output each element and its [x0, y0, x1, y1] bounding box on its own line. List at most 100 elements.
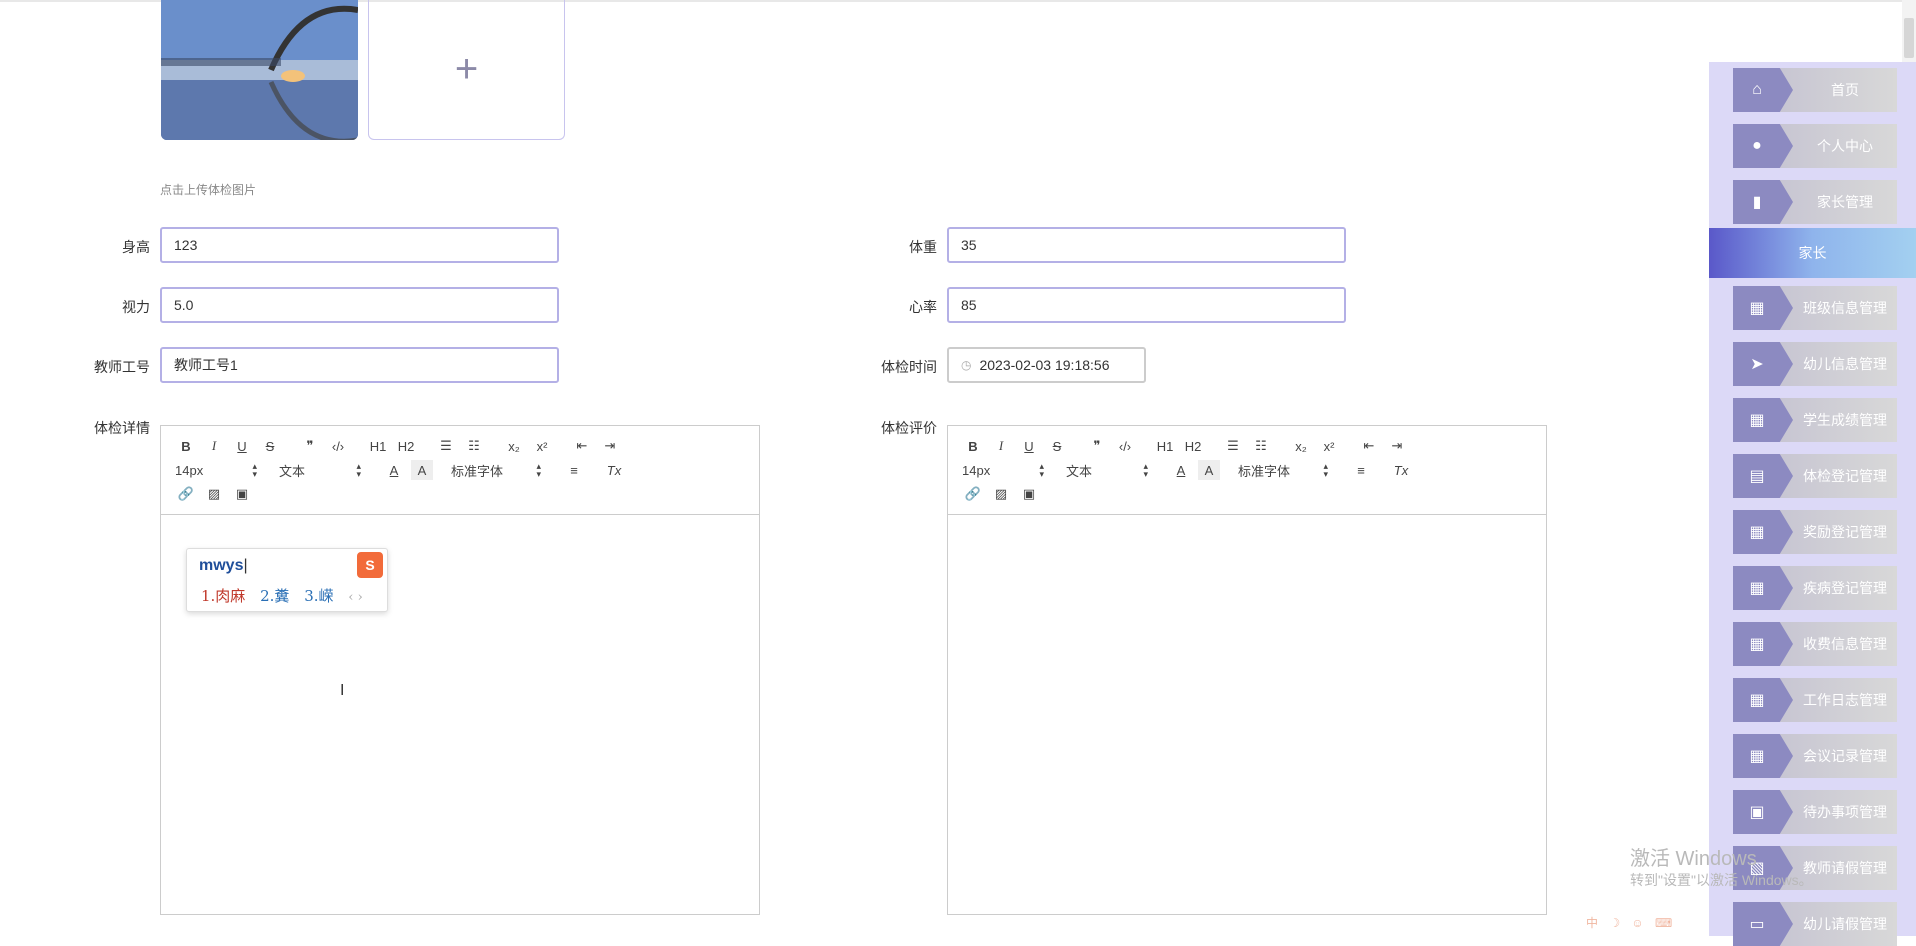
- bullet-list-icon[interactable]: ☷: [463, 436, 485, 456]
- scrollbar-thumb[interactable]: [1904, 18, 1914, 58]
- strike-button[interactable]: S: [1046, 436, 1068, 456]
- font-size-select[interactable]: 14px ▴ ▾: [962, 462, 1044, 479]
- vision-input[interactable]: 5.0: [160, 287, 559, 323]
- h1-button[interactable]: H1: [1154, 436, 1176, 456]
- sidebar-item-fees[interactable]: ▦ 收费信息管理: [1733, 622, 1897, 666]
- indent-icon[interactable]: ⇥: [1386, 436, 1408, 456]
- home-icon: ⌂: [1752, 81, 1762, 98]
- paragraph-select[interactable]: 文本 ▴ ▾: [279, 461, 361, 480]
- code-block-button[interactable]: ‹/›: [1114, 436, 1136, 456]
- subscript-button[interactable]: x₂: [503, 436, 525, 456]
- ime-candidate[interactable]: 2.糞: [260, 587, 289, 605]
- indent-icon[interactable]: ⇥: [599, 436, 621, 456]
- ime-composition: mwys|: [199, 557, 248, 574]
- blockquote-button[interactable]: ❞: [299, 436, 321, 456]
- weight-input[interactable]: 35: [947, 227, 1346, 263]
- ime-tray-icons: 中 ☽ ☺ ⌨: [1586, 916, 1677, 930]
- upload-image-button[interactable]: +: [368, 0, 565, 140]
- bullet-list-icon[interactable]: ☷: [1250, 436, 1272, 456]
- sidebar-item-label: 疾病登记管理: [1803, 580, 1887, 596]
- italic-button[interactable]: I: [990, 436, 1012, 456]
- bold-button[interactable]: B: [175, 436, 197, 456]
- clear-format-button[interactable]: Tx: [603, 460, 625, 480]
- sidebar-item-work-log[interactable]: ▦ 工作日志管理: [1733, 678, 1897, 722]
- evaluation-label: 体检评价: [881, 420, 937, 436]
- sidebar-item-child-info[interactable]: ➤ 幼儿信息管理: [1733, 342, 1897, 386]
- paragraph-select[interactable]: 文本 ▴ ▾: [1066, 461, 1148, 480]
- video-icon[interactable]: ▣: [231, 484, 253, 504]
- outdent-icon[interactable]: ⇤: [571, 436, 593, 456]
- upload-hint: 点击上传体检图片: [160, 183, 257, 197]
- text-cursor-icon: I: [340, 682, 345, 699]
- sidebar-item-label: 待办事项管理: [1803, 804, 1887, 820]
- sidebar-item-child-leave[interactable]: ▭ 幼儿请假管理: [1733, 902, 1897, 946]
- video-icon[interactable]: ▣: [1018, 484, 1040, 504]
- sidebar-item-parent-mgmt[interactable]: ▮ 家长管理: [1733, 180, 1897, 224]
- superscript-button[interactable]: x²: [1318, 436, 1340, 456]
- bar-chart-icon: ▮: [1752, 194, 1762, 211]
- ime-candidate[interactable]: 3.嵘: [304, 587, 333, 605]
- font-color-icon[interactable]: A: [383, 460, 405, 480]
- teacher-id-input[interactable]: 教师工号1: [160, 347, 559, 383]
- details-editor: B I U S ❞ ‹/› H1 H2 ☰ ☷ x₂ x² ⇤ ⇥ 14px ▴ ▾…: [160, 425, 760, 915]
- height-label: 身高: [122, 239, 150, 255]
- grid-icon: ▦: [1749, 412, 1765, 429]
- background-color-icon[interactable]: A: [411, 460, 433, 480]
- clock-icon: ◷: [961, 358, 972, 372]
- sidebar-item-profile[interactable]: ● 个人中心: [1733, 124, 1897, 168]
- sidebar-item-label: 个人中心: [1817, 138, 1873, 154]
- sidebar-item-home[interactable]: ⌂ 首页: [1733, 68, 1897, 112]
- blockquote-button[interactable]: ❞: [1086, 436, 1108, 456]
- plus-icon: +: [454, 47, 479, 91]
- exam-time-picker[interactable]: ◷ 2023-02-03 19:18:56: [947, 347, 1146, 383]
- font-family-select[interactable]: 标准字体 ▴ ▾: [451, 461, 541, 480]
- underline-button[interactable]: U: [231, 436, 253, 456]
- clear-format-button[interactable]: Tx: [1390, 460, 1412, 480]
- uploaded-photo-thumbnail[interactable]: [161, 0, 358, 140]
- subscript-button[interactable]: x₂: [1290, 436, 1312, 456]
- sidebar-item-parent-active[interactable]: 家长: [1709, 228, 1916, 278]
- sidebar-item-health-check[interactable]: ▤ 体检登记管理: [1733, 454, 1897, 498]
- code-block-button[interactable]: ‹/›: [327, 436, 349, 456]
- bold-button[interactable]: B: [962, 436, 984, 456]
- underline-button[interactable]: U: [1018, 436, 1040, 456]
- sidebar-item-grades[interactable]: ▦ 学生成绩管理: [1733, 398, 1897, 442]
- ime-page-nav[interactable]: ‹ ›: [348, 590, 363, 605]
- height-input[interactable]: 123: [160, 227, 559, 263]
- link-icon[interactable]: 🔗: [175, 484, 197, 504]
- background-color-icon[interactable]: A: [1198, 460, 1220, 480]
- align-icon[interactable]: ≡: [563, 460, 585, 480]
- image-icon[interactable]: ▨: [990, 484, 1012, 504]
- send-icon: ➤: [1750, 356, 1764, 373]
- user-icon: ●: [1752, 137, 1762, 154]
- ime-logo-icon[interactable]: S: [357, 552, 383, 578]
- font-family-select[interactable]: 标准字体 ▴ ▾: [1238, 461, 1328, 480]
- ordered-list-icon[interactable]: ☰: [435, 436, 457, 456]
- image-icon[interactable]: ▨: [203, 484, 225, 504]
- sidebar-item-class-info[interactable]: ▦ 班级信息管理: [1733, 286, 1897, 330]
- h1-button[interactable]: H1: [367, 436, 389, 456]
- link-icon[interactable]: 🔗: [962, 484, 984, 504]
- sidebar-item-label: 会议记录管理: [1803, 748, 1887, 764]
- details-label: 体检详情: [94, 420, 150, 436]
- ime-candidate-popup: mwys| S 1.肉麻 2.糞 3.嵘 ‹ ›: [186, 548, 388, 612]
- outdent-icon[interactable]: ⇤: [1358, 436, 1380, 456]
- monitor-icon: ▭: [1749, 916, 1765, 933]
- evaluation-editor-toolbar: B I U S ❞ ‹/› H1 H2 ☰ ☷ x₂ x² ⇤ ⇥ 14px ▴ ▾…: [948, 426, 1546, 515]
- heart-rate-input[interactable]: 85: [947, 287, 1346, 323]
- align-icon[interactable]: ≡: [1350, 460, 1372, 480]
- superscript-button[interactable]: x²: [531, 436, 553, 456]
- sidebar-item-todos[interactable]: ▣ 待办事项管理: [1733, 790, 1897, 834]
- strike-button[interactable]: S: [259, 436, 281, 456]
- ime-candidate[interactable]: 1.肉麻: [201, 587, 245, 605]
- font-size-select[interactable]: 14px ▴ ▾: [175, 462, 257, 479]
- font-color-icon[interactable]: A: [1170, 460, 1192, 480]
- grid-icon: ▦: [1749, 524, 1765, 541]
- h2-button[interactable]: H2: [395, 436, 417, 456]
- sidebar-item-rewards[interactable]: ▦ 奖励登记管理: [1733, 510, 1897, 554]
- h2-button[interactable]: H2: [1182, 436, 1204, 456]
- italic-button[interactable]: I: [203, 436, 225, 456]
- sidebar-item-meetings[interactable]: ▦ 会议记录管理: [1733, 734, 1897, 778]
- sidebar-item-illness[interactable]: ▦ 疾病登记管理: [1733, 566, 1897, 610]
- ordered-list-icon[interactable]: ☰: [1222, 436, 1244, 456]
